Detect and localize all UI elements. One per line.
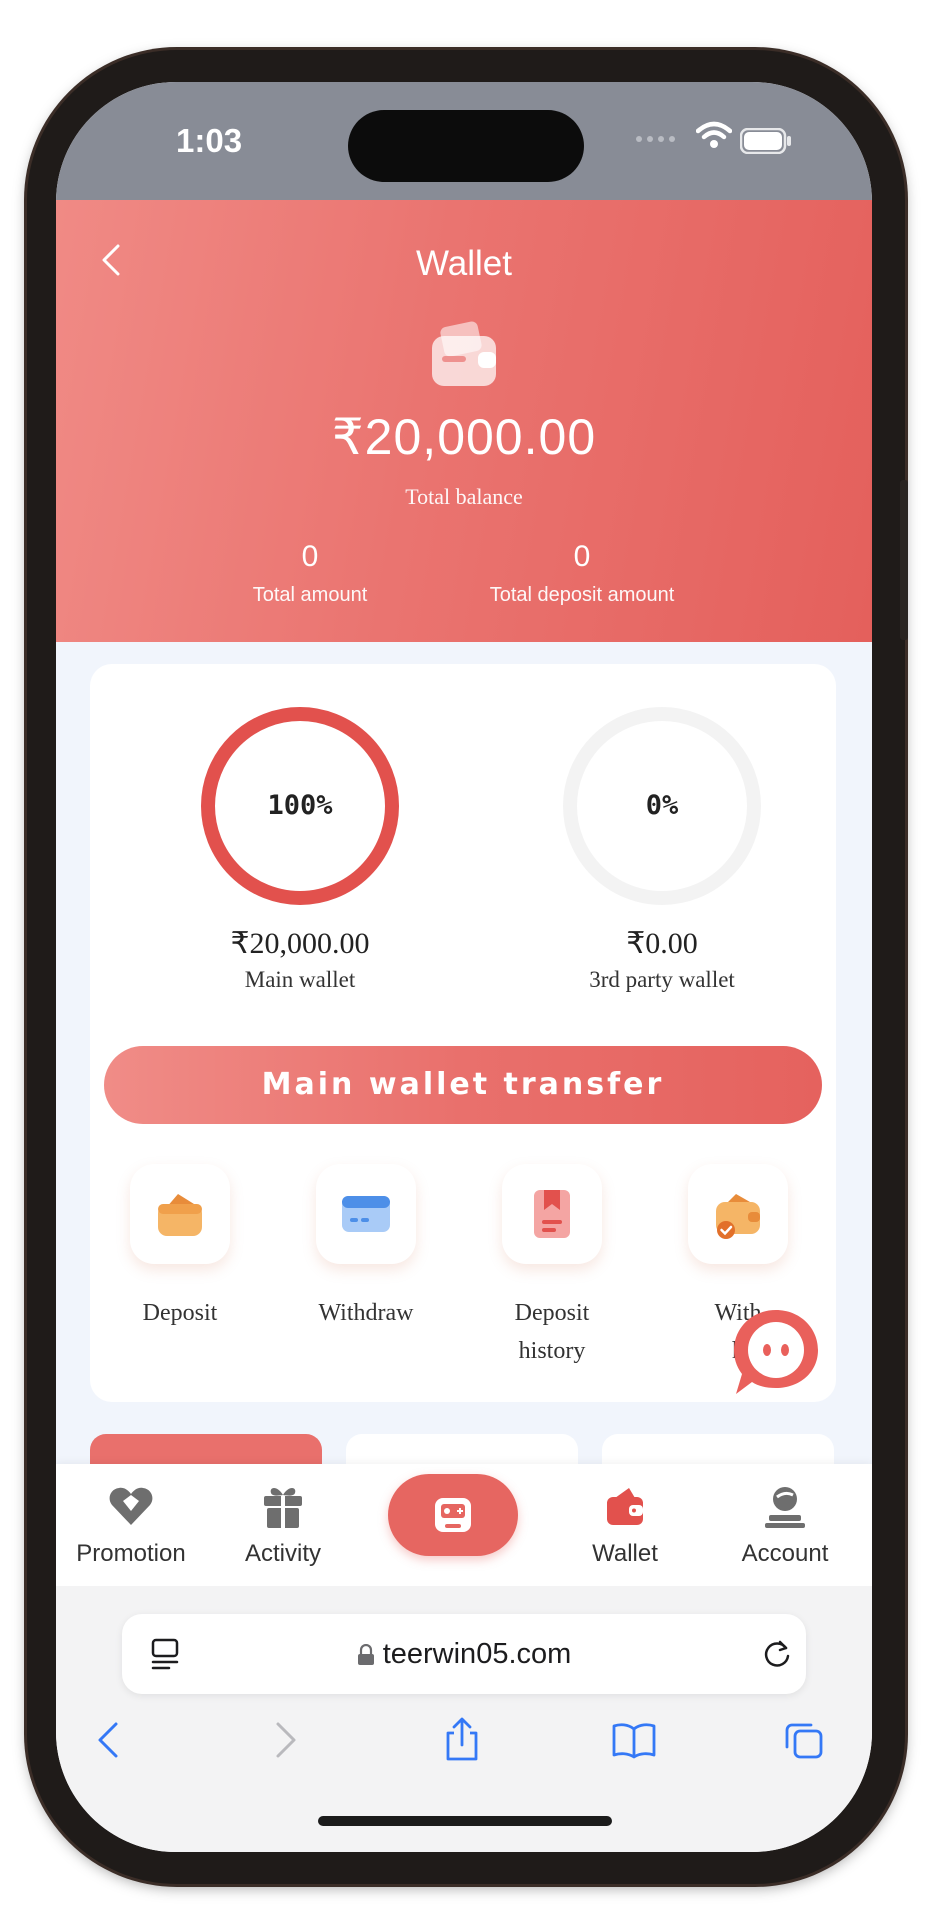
cellular-signal-icon [636,136,675,142]
deposit-history-line1: Deposit [514,1300,590,1326]
nav-wallet[interactable]: Wallet [550,1482,700,1568]
browser-forward-button[interactable] [256,1710,316,1770]
deposit-history-label: Deposit history [462,1294,642,1370]
main-wallet-transfer-button[interactable]: Main wallet transfer [104,1046,822,1124]
phone-side-button [900,480,908,640]
wallet-check-icon [688,1164,788,1264]
total-deposit-value: 0 [573,540,591,573]
total-balance-value: ₹20,000.00 [331,409,597,465]
dynamic-island [348,110,584,182]
chat-bubble-icon[interactable] [728,1304,824,1400]
nav-activity[interactable]: Activity [208,1482,358,1568]
wallet-icon [607,1488,643,1525]
main-wallet-percent: 100% [267,790,333,821]
browser-toolbar: teerwin05.com [56,1586,872,1852]
withdraw-action[interactable]: Withdraw [276,1164,456,1332]
total-amount-value: 0 [301,540,319,573]
deposit-label: Deposit [142,1300,218,1326]
main-wallet-label: Main wallet [244,967,356,992]
battery-icon [740,128,791,154]
lock-icon [357,1644,374,1666]
browser-back-button[interactable] [78,1710,138,1770]
third-party-wallet-label: 3rd party wallet [589,967,735,992]
gamepad-icon [435,1498,471,1532]
deposit-action[interactable]: Deposit [90,1164,270,1332]
credit-card-icon [316,1164,416,1264]
address-bar[interactable]: teerwin05.com [122,1614,806,1694]
book-icon [612,1723,656,1759]
reload-icon[interactable] [762,1638,794,1670]
nav-wallet-label: Wallet [592,1540,658,1567]
nav-promotion-label: Promotion [76,1540,186,1567]
third-party-wallet-ring: 0% [558,702,766,910]
nav-activity-label: Activity [244,1540,321,1567]
total-amount-label: Total amount [252,584,368,606]
browser-share-button[interactable] [432,1710,492,1770]
chevron-right-icon [276,1722,296,1758]
user-icon [765,1487,805,1528]
third-party-wallet-percent: 0% [645,790,679,821]
browser-tabs-button[interactable] [774,1710,834,1770]
wifi-icon [696,121,732,148]
share-icon [446,1717,478,1761]
nav-account[interactable]: Account [710,1482,860,1568]
browser-bookmarks-button[interactable] [604,1710,664,1770]
bookmark-document-icon [502,1164,602,1264]
main-wallet-ring: 100% [196,702,404,910]
phone-screen: 1:03 Wallet ₹20,000.00 Total balance 0 T… [56,82,872,1852]
nav-games-button[interactable] [388,1474,518,1556]
bottom-navigation: Promotion Activity Wallet Account [56,1464,872,1586]
status-bar: 1:03 [56,82,872,200]
wallet-summary-card: 100% 0% ₹20,000.00 Main wallet ₹0.00 3rd… [90,664,836,1402]
gift-icon [264,1488,302,1528]
wallet-card-icon [432,321,496,386]
chevron-left-icon [98,1722,118,1758]
home-indicator [318,1816,612,1826]
deposit-history-line2: history [518,1338,586,1364]
total-deposit-stat: 0 Total deposit amount [432,540,732,607]
wallet-header: Wallet ₹20,000.00 Total balance 0 Total … [56,200,872,642]
heart-diamond-icon [109,1487,153,1525]
tabs-icon [785,1723,823,1759]
main-wallet-amount: ₹20,000.00 [230,927,370,960]
status-time: 1:03 [176,122,243,159]
withdraw-label: Withdraw [318,1300,414,1326]
url-text: teerwin05.com [382,1638,572,1670]
nav-promotion[interactable]: Promotion [56,1482,206,1568]
page-title: Wallet [416,244,512,283]
total-balance-label: Total balance [405,484,523,509]
url-display[interactable]: teerwin05.com [122,1614,806,1694]
third-party-wallet-amount: ₹0.00 [626,927,698,960]
third-party-wallet-info: ₹0.00 3rd party wallet [512,926,812,993]
main-wallet-info: ₹20,000.00 Main wallet [150,926,450,993]
nav-account-label: Account [741,1540,829,1567]
total-amount-stat: 0 Total amount [160,540,460,607]
deposit-history-action[interactable]: Deposit history [462,1164,642,1370]
wallet-deposit-icon [130,1164,230,1264]
total-deposit-label: Total deposit amount [489,584,675,606]
